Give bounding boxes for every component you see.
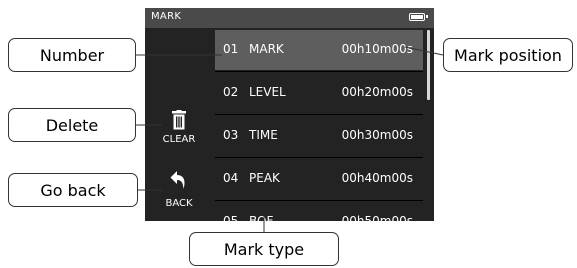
callout-delete: Delete bbox=[8, 108, 136, 142]
callout-mark-type: Mark type bbox=[189, 232, 339, 266]
callout-go-back: Go back bbox=[8, 173, 138, 207]
callout-mark-position: Mark position bbox=[443, 38, 573, 72]
callout-number: Number bbox=[8, 38, 136, 72]
